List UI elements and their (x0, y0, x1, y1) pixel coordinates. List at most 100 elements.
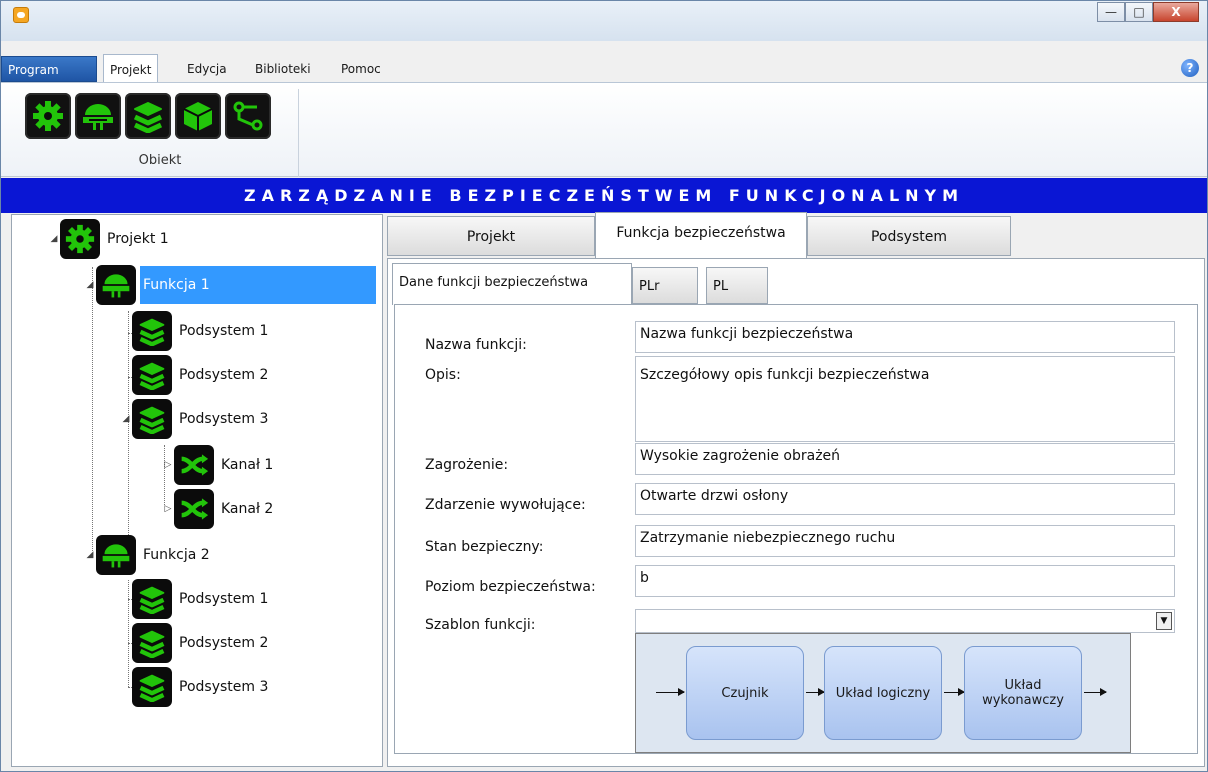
safety-level-input[interactable]: b (635, 565, 1175, 597)
gear-icon (60, 219, 100, 259)
shuffle-icon (174, 489, 214, 529)
tree-item-subsystem[interactable]: Podsystem 1 (120, 311, 271, 351)
tree-item-subsystem[interactable]: Podsystem 1 (120, 579, 271, 619)
subtab-function-data[interactable]: Dane funkcji bezpieczeństwa (392, 263, 632, 305)
tree-item-channel[interactable]: ▷ Kanał 1 (162, 445, 276, 485)
details-panel: Projekt Funkcja bezpieczeństwa Podsystem… (383, 212, 1207, 767)
tab-project[interactable]: Projekt (387, 216, 595, 256)
function-name-input[interactable]: Nazwa funkcji bezpieczeństwa (635, 321, 1175, 353)
name-label: Nazwa funkcji: (425, 337, 527, 353)
subtab-plr[interactable]: PLr (632, 267, 698, 304)
tab-subsystem[interactable]: Podsystem (807, 216, 1011, 256)
function-template-diagram: Czujnik Układ logiczny Układ wykonawczy (635, 633, 1131, 753)
collapse-icon[interactable]: ◢ (48, 234, 60, 244)
title-bar: — □ X (1, 1, 1207, 41)
tree-item-label: Podsystem 3 (179, 679, 269, 695)
tree-item-project[interactable]: ◢ Projekt 1 (48, 219, 172, 259)
subtab-pl[interactable]: PL (706, 267, 768, 304)
trigger-event-input[interactable]: Otwarte drzwi osłony (635, 483, 1175, 515)
expand-icon[interactable]: ▷ (162, 460, 174, 470)
tree-item-subsystem[interactable]: Podsystem 3 (120, 667, 271, 707)
ribbon-group-obiekt: Obiekt (25, 89, 299, 177)
app-window: — □ X Program Projekt Edycja Biblioteki … (0, 0, 1208, 772)
actuator-block: Układ wykonawczy (964, 646, 1082, 740)
maximize-button[interactable]: □ (1125, 2, 1153, 22)
menu-edycja[interactable]: Edycja (181, 56, 233, 82)
tree-item-function-2[interactable]: ◢ Funkcja 2 (84, 535, 213, 575)
sensor-block: Czujnik (686, 646, 804, 740)
gear-icon (33, 101, 63, 131)
input-arrow (656, 688, 685, 696)
function-icon (83, 104, 113, 130)
chevron-down-icon[interactable]: ▼ (1156, 612, 1172, 630)
hazard-label: Zagrożenie: (425, 457, 509, 473)
tree-item-label: Podsystem 1 (179, 591, 269, 607)
expand-icon[interactable]: ▷ (162, 504, 174, 514)
add-function-button[interactable] (75, 93, 121, 139)
tree-item-label: Kanał 1 (221, 457, 274, 473)
logic-to-actuator-arrow (944, 688, 965, 696)
output-arrow (1084, 688, 1107, 696)
shuffle-icon (174, 445, 214, 485)
menu-projekt[interactable]: Projekt (103, 54, 159, 82)
close-button[interactable]: X (1153, 2, 1199, 22)
collapse-icon[interactable]: ◢ (84, 280, 96, 290)
logic-block: Układ logiczny (824, 646, 942, 740)
ribbon: Obiekt (1, 82, 1207, 177)
layers-icon (132, 579, 172, 619)
menu-program[interactable]: Program (1, 56, 97, 82)
tree-item-function-1[interactable]: ◢ Funkcja 1 (84, 265, 376, 305)
tree-item-subsystem[interactable]: ◢ Podsystem 3 (120, 399, 271, 439)
trigger-event-label: Zdarzenie wywołujące: (425, 497, 586, 513)
function-icon (96, 265, 136, 305)
cube-icon (183, 102, 213, 131)
sensor-to-logic-arrow (806, 688, 825, 696)
description-textarea[interactable]: Szczegółowy opis funkcji bezpieczeństwa (635, 356, 1175, 442)
tree-item-subsystem[interactable]: Podsystem 2 (120, 623, 271, 663)
hazard-input[interactable]: Wysokie zagrożenie obrażeń (635, 443, 1175, 475)
tree-item-label: Kanał 2 (221, 501, 274, 517)
safety-level-label: Poziom bezpieczeństwa: (425, 579, 596, 595)
menu-biblioteki[interactable]: Biblioteki (249, 56, 317, 82)
layers-icon (133, 102, 163, 133)
tree-item-label: Podsystem 2 (179, 635, 269, 651)
function-template-select[interactable]: ▼ (635, 609, 1175, 633)
app-icon (13, 7, 29, 23)
menu-bar: Program Projekt Edycja Biblioteki Pomoc … (1, 54, 1207, 82)
tab-content: Dane funkcji bezpieczeństwa PLr PL Nazwa… (387, 258, 1205, 767)
tab-safety-function[interactable]: Funkcja bezpieczeństwa (595, 212, 807, 258)
collapse-icon[interactable]: ◢ (84, 550, 96, 560)
collapse-icon[interactable]: ◢ (120, 414, 132, 424)
add-project-button[interactable] (25, 93, 71, 139)
tree-item-label: Podsystem 2 (179, 367, 269, 383)
tree-item-label: Funkcja 1 (140, 266, 376, 304)
tree-item-label: Projekt 1 (107, 231, 169, 247)
ribbon-group-label: Obiekt (138, 153, 182, 168)
template-label: Szablon funkcji: (425, 617, 536, 633)
minimize-button[interactable]: — (1097, 2, 1125, 22)
layers-icon (132, 399, 172, 439)
module-banner: ZARZĄDZANIE BEZPIECZEŃSTWEM FUNKCJONALNY… (1, 178, 1207, 213)
add-subsystem-button[interactable] (125, 93, 171, 139)
function-form: Nazwa funkcji: Nazwa funkcji bezpieczeńs… (394, 304, 1198, 754)
safe-state-label: Stan bezpieczny: (425, 539, 544, 555)
tree-item-label: Podsystem 1 (179, 323, 269, 339)
tree-item-channel[interactable]: ▷ Kanał 2 (162, 489, 276, 529)
tree-item-label: Podsystem 3 (179, 411, 269, 427)
project-tree: ◢ Projekt 1 ◢ Funkcja 1 Podsystem 1 Pods… (11, 214, 383, 767)
layers-icon (132, 667, 172, 707)
layers-icon (132, 311, 172, 351)
layers-icon (132, 355, 172, 395)
menu-pomoc[interactable]: Pomoc (335, 56, 387, 82)
add-connection-button[interactable] (225, 93, 271, 139)
layers-icon (132, 623, 172, 663)
help-icon[interactable]: ? (1181, 59, 1199, 77)
connection-icon (233, 101, 263, 131)
description-label: Opis: (425, 367, 461, 383)
tree-item-label: Funkcja 2 (143, 547, 210, 563)
window-controls: — □ X (1097, 2, 1199, 22)
tree-item-subsystem[interactable]: Podsystem 2 (120, 355, 271, 395)
add-element-button[interactable] (175, 93, 221, 139)
safe-state-input[interactable]: Zatrzymanie niebezpiecznego ruchu (635, 525, 1175, 557)
function-icon (96, 535, 136, 575)
